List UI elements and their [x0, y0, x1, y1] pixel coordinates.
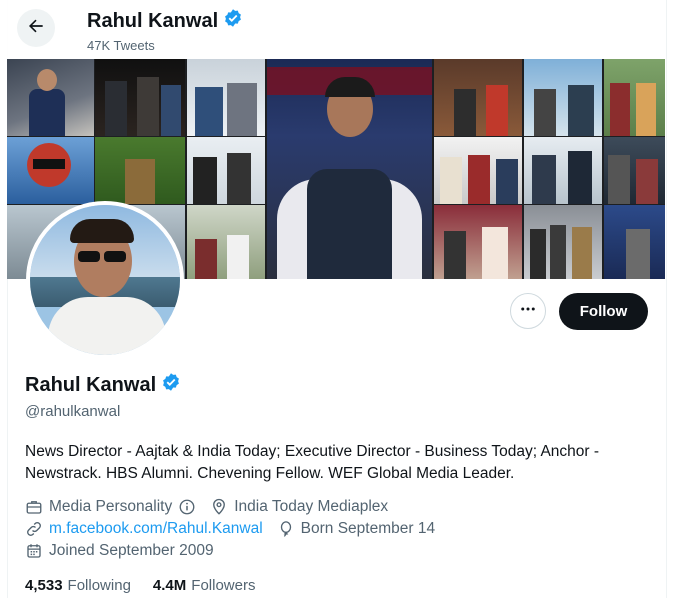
profile-meta-row-3: Joined September 2009 — [25, 542, 228, 560]
verified-badge-icon[interactable] — [161, 372, 181, 398]
banner-photo — [187, 59, 265, 136]
profile-handle: @rahulkanwal — [25, 403, 121, 420]
profile-meta-row-1: Media Personality India Today Mediaplex — [25, 498, 402, 516]
banner-photo — [7, 137, 94, 204]
location-label: India Today Mediaplex — [234, 498, 389, 515]
more-horizontal-icon — [519, 300, 537, 323]
info-icon[interactable] — [178, 498, 196, 516]
profile-follow-counts: 4,533 Following 4.4M Followers — [25, 577, 255, 594]
banner-photo — [187, 137, 265, 204]
banner-photo — [95, 59, 185, 136]
banner-photo — [604, 205, 665, 279]
header-title: Rahul Kanwal — [87, 8, 243, 34]
arrow-left-icon — [26, 16, 46, 41]
follow-button[interactable]: Follow — [559, 293, 648, 330]
balloon-icon — [280, 521, 291, 537]
banner-photo — [434, 205, 522, 279]
location-pin-icon — [213, 498, 226, 515]
following-count: 4,533 — [25, 577, 63, 594]
banner-photo — [7, 59, 94, 136]
link-icon — [27, 522, 41, 536]
briefcase-icon — [26, 501, 42, 514]
category-label: Media Personality — [49, 498, 173, 515]
following-label: Following — [67, 577, 131, 594]
birthday-label: Born September 14 — [300, 520, 436, 537]
banner-photo — [434, 59, 522, 136]
banner-photo — [187, 205, 265, 279]
banner-photo — [604, 137, 665, 204]
profile-bio: News Director - Aajtak & India Today; Ex… — [25, 443, 600, 482]
followers-label: Followers — [191, 577, 256, 594]
profile-joined: Joined September 2009 — [25, 542, 214, 560]
banner-photo — [524, 205, 602, 279]
website-link[interactable]: m.facebook.com/Rahul.Kanwal — [49, 520, 263, 538]
profile-birthday: Born September 14 — [277, 520, 435, 538]
header-tweet-count: 47K Tweets — [87, 38, 155, 53]
profile-name: Rahul Kanwal — [25, 373, 157, 396]
header-name: Rahul Kanwal — [87, 9, 219, 32]
banner-photo — [434, 137, 522, 204]
verified-badge-icon — [223, 8, 243, 34]
profile-location: India Today Mediaplex — [210, 498, 388, 516]
profile-name-row: Rahul Kanwal — [25, 372, 181, 398]
profile-header-bar: Rahul Kanwal 47K Tweets — [7, 0, 665, 59]
banner-photo — [604, 59, 665, 136]
following-link[interactable]: 4,533 Following — [25, 577, 131, 594]
profile-meta-row-2: m.facebook.com/Rahul.Kanwal Born Septemb… — [25, 520, 449, 538]
calendar-icon — [27, 544, 41, 558]
followers-count: 4.4M — [152, 577, 187, 594]
more-options-button[interactable] — [510, 293, 546, 329]
banner-photo — [524, 137, 602, 204]
profile-website[interactable]: m.facebook.com/Rahul.Kanwal — [25, 520, 263, 538]
profile-avatar[interactable] — [26, 201, 184, 359]
followers-link[interactable]: 4.4M Followers — [153, 577, 256, 594]
banner-photo — [524, 59, 602, 136]
back-button[interactable] — [17, 9, 55, 47]
banner-photo — [95, 137, 185, 204]
banner-photo-center — [267, 59, 432, 279]
profile-category: Media Personality — [25, 498, 196, 516]
joined-label: Joined September 2009 — [49, 542, 214, 559]
